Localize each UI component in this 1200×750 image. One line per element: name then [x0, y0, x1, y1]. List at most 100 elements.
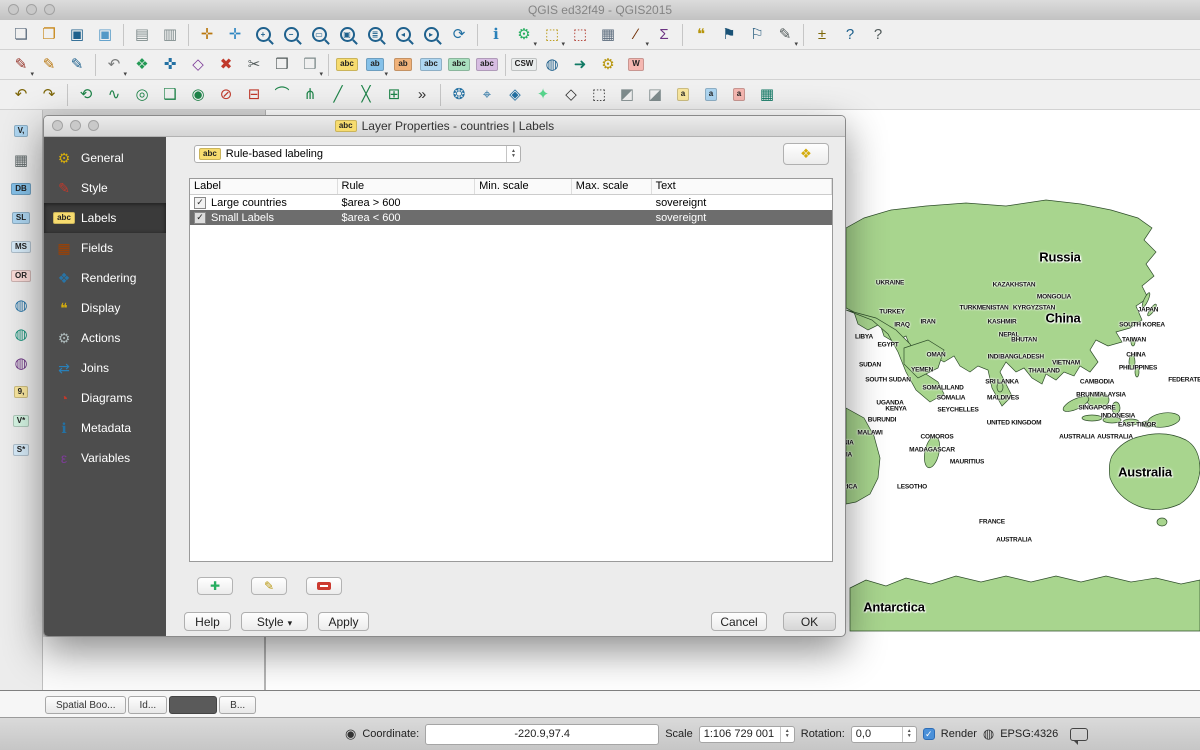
add-wfs-layer-button[interactable]: ◍ — [8, 350, 34, 376]
pan-to-selection-button[interactable]: ✛ — [222, 22, 248, 48]
edit-rule-button[interactable]: ✎ — [251, 577, 287, 595]
node-tool-button[interactable]: ◇ — [185, 52, 211, 78]
zoom-last-button[interactable]: ◂ — [390, 22, 416, 48]
rotation-spinner[interactable]: 0,0 — [851, 726, 917, 743]
show-bookmarks-button[interactable]: ⚐ — [744, 22, 770, 48]
crs-status-icon[interactable]: ◍ — [983, 726, 994, 742]
checkerboard-tool-button[interactable]: ◇ — [558, 82, 584, 108]
rule-checkbox[interactable]: ✓ — [194, 212, 206, 224]
zoom-out-button[interactable]: − — [278, 22, 304, 48]
paste-features-button[interactable]: ❒▾ — [297, 52, 323, 78]
panel-tab-1[interactable]: Spatial Boo... — [45, 696, 126, 714]
measure-button[interactable]: ∕▾ — [623, 22, 649, 48]
new-project-button[interactable]: ❏ — [8, 22, 34, 48]
sidebar-item-style[interactable]: ✎Style — [44, 173, 166, 203]
pan-map-button[interactable]: ✛ — [194, 22, 220, 48]
sidebar-item-fields[interactable]: ▦Fields — [44, 233, 166, 263]
rotate-label-button[interactable]: abc — [446, 52, 472, 78]
add-feature-button[interactable]: ❖ — [129, 52, 155, 78]
help-contents-button[interactable]: ? — [837, 22, 863, 48]
column-header-label[interactable]: Label — [190, 179, 338, 194]
add-spatialite-layer-button[interactable]: SL — [8, 205, 34, 231]
composer-manager-button[interactable]: ▥ — [157, 22, 183, 48]
help-button[interactable]: Help — [184, 612, 231, 631]
raster-stretch-button[interactable]: ◩ — [614, 82, 640, 108]
messages-icon[interactable] — [1070, 728, 1088, 741]
sidebar-item-variables[interactable]: εVariables — [44, 443, 166, 473]
dialog-zoom-button[interactable] — [88, 120, 99, 131]
add-delimited-text-layer-button[interactable]: 9, — [8, 379, 34, 405]
cut-features-button[interactable]: ✂ — [241, 52, 267, 78]
text-annotation-button[interactable]: ✎▾ — [772, 22, 798, 48]
merge-features-button[interactable]: ⊞ — [381, 82, 407, 108]
add-oracle-layer-button[interactable]: OR — [8, 263, 34, 289]
zoom-in-button[interactable]: + — [250, 22, 276, 48]
column-header-min-scale[interactable]: Min. scale — [475, 179, 572, 194]
add-wms-layer-button[interactable]: ◍ — [8, 292, 34, 318]
split-features-button[interactable]: ╱ — [325, 82, 351, 108]
open-project-button[interactable]: ❐ — [36, 22, 62, 48]
apply-button[interactable]: Apply — [318, 612, 369, 631]
new-spatialite-layer-button[interactable]: S* — [8, 437, 34, 463]
panel-tab-3[interactable] — [169, 696, 217, 714]
dashed-select-button[interactable]: ⬚ — [586, 82, 612, 108]
select-features-button[interactable]: ⬚▾ — [539, 22, 565, 48]
rule-row[interactable]: ✓Small Labels$area < 600sovereignt — [190, 210, 832, 225]
new-print-composer-button[interactable]: ▤ — [129, 22, 155, 48]
zoom-full-button[interactable]: ▭ — [306, 22, 332, 48]
dialog-minimize-button[interactable] — [70, 120, 81, 131]
map-tips-button[interactable]: ❝ — [688, 22, 714, 48]
layer-labeling-options-button[interactable]: abc — [334, 52, 360, 78]
close-button[interactable] — [8, 4, 19, 15]
add-part-button[interactable]: ❑ — [157, 82, 183, 108]
rule-row[interactable]: ✓Large countries$area > 600sovereignt — [190, 195, 832, 210]
raster-local-stretch-button[interactable]: ◪ — [642, 82, 668, 108]
rule-checkbox[interactable]: ✓ — [194, 197, 206, 209]
auto-label-settings-button[interactable]: ❖ — [783, 143, 829, 165]
add-vector-layer-button[interactable]: V, — [8, 118, 34, 144]
pin-unpin-labels-button[interactable]: ab▾ — [362, 52, 388, 78]
column-header-text[interactable]: Text — [652, 179, 832, 194]
zoom-to-selection-button[interactable]: ▣ — [334, 22, 360, 48]
move-feature-button[interactable]: ✜ — [157, 52, 183, 78]
style-menu-button[interactable]: Style — [241, 612, 308, 631]
sidebar-item-metadata[interactable]: ℹMetadata — [44, 413, 166, 443]
metasearch-button[interactable]: ◍ — [539, 52, 565, 78]
change-label-button[interactable]: abc — [474, 52, 500, 78]
simplify-feature-button[interactable]: ∿ — [101, 82, 127, 108]
processing-options-button[interactable]: ⚙ — [595, 52, 621, 78]
label-tool-c-button[interactable]: a — [726, 82, 752, 108]
sidebar-item-joins[interactable]: ⇄Joins — [44, 353, 166, 383]
coordinate-input[interactable] — [425, 724, 659, 745]
split-parts-button[interactable]: ╳ — [353, 82, 379, 108]
add-rule-button[interactable]: ✚ — [197, 577, 233, 595]
offset-curve-button[interactable]: ⌒ — [269, 82, 295, 108]
sidebar-item-rendering[interactable]: ❖Rendering — [44, 263, 166, 293]
whats-this-button[interactable]: ? — [865, 22, 891, 48]
identify-features-button[interactable]: ℹ — [483, 22, 509, 48]
csw-search-button[interactable]: CSW — [511, 52, 537, 78]
dialog-close-button[interactable] — [52, 120, 63, 131]
scale-combo[interactable]: 1:106 729 001 — [699, 726, 795, 743]
label-tool-a-button[interactable]: a — [670, 82, 696, 108]
rotate-point-symbols-button[interactable]: ❂ — [446, 82, 472, 108]
minimize-button[interactable] — [26, 4, 37, 15]
heatmap-tool-button[interactable]: ✦ — [530, 82, 556, 108]
touch-zoom-button[interactable]: ◈ — [502, 82, 528, 108]
rollback-edits-button[interactable]: ↶▾ — [101, 52, 127, 78]
save-project-as-button[interactable]: ▣ — [92, 22, 118, 48]
highlight-pinned-labels-button[interactable]: ab — [390, 52, 416, 78]
fill-ring-button[interactable]: ◉ — [185, 82, 211, 108]
save-project-button[interactable]: ▣ — [64, 22, 90, 48]
undo-button[interactable]: ↶ — [8, 82, 34, 108]
zoom-button[interactable] — [44, 4, 55, 15]
run-feature-action-button[interactable]: ⚙▾ — [511, 22, 537, 48]
move-label-button[interactable]: abc — [418, 52, 444, 78]
statistical-summary-button[interactable]: Σ — [651, 22, 677, 48]
open-attribute-table-button[interactable]: ▦ — [595, 22, 621, 48]
labeling-mode-select[interactable]: abc Rule-based labeling — [194, 145, 521, 163]
sidebar-item-actions[interactable]: ⚙Actions — [44, 323, 166, 353]
save-layer-edits-button[interactable]: ✎ — [64, 52, 90, 78]
remove-rule-button[interactable] — [306, 577, 342, 595]
wkt-import-button[interactable]: W — [623, 52, 649, 78]
